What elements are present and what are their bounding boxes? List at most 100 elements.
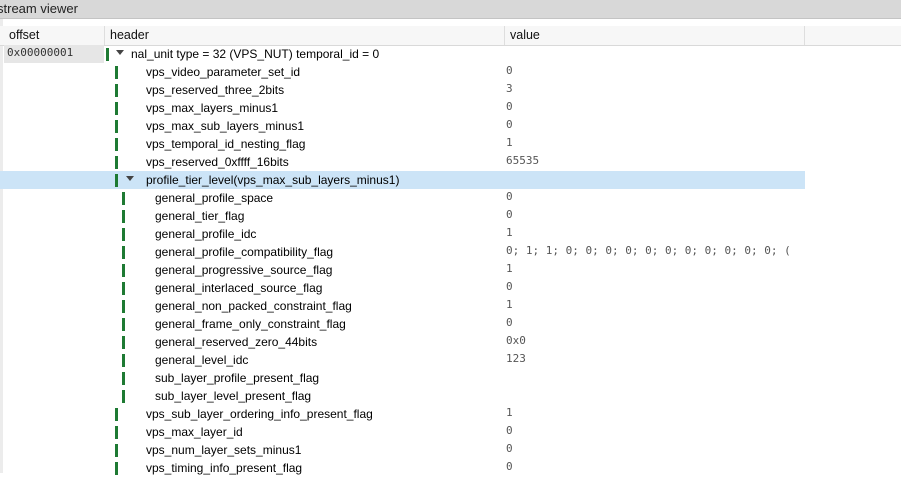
tree-row[interactable]: profile_tier_level(vps_max_sub_layers_mi… (0, 171, 901, 189)
field-name: vps_timing_info_present_flag (146, 461, 303, 475)
tree-row[interactable]: vps_sub_layer_ordering_info_present_flag… (0, 405, 901, 423)
field-value: 0 (506, 100, 513, 113)
tree-row[interactable]: general_level_idc 123 (0, 351, 901, 369)
tree-level-bar (122, 282, 125, 295)
field-name: general_profile_space (155, 191, 274, 205)
tree-row[interactable]: vps_max_layers_minus1 0 (0, 99, 901, 117)
tree-level-bar (115, 156, 118, 169)
expand-arrow-icon[interactable] (116, 50, 124, 55)
field-name: nal_unit type = 32 (VPS_NUT) temporal_id… (131, 47, 380, 61)
window-titlebar: stream viewer (0, 0, 901, 19)
field-name: vps_num_layer_sets_minus1 (146, 443, 302, 457)
field-value: 0 (506, 424, 513, 437)
tree-row[interactable]: sub_layer_level_present_flag (0, 387, 901, 405)
tree-level-bar (115, 444, 118, 457)
tree-level-bar (122, 246, 125, 259)
tree-level-bar (115, 408, 118, 421)
offset-cell: 0x00000001 (4, 45, 104, 63)
selection-highlight (0, 171, 805, 189)
tree-row[interactable]: 0x00000001 nal_unit type = 32 (VPS_NUT) t… (0, 45, 901, 63)
field-value: 0 (506, 64, 513, 77)
tree-level-bar (115, 174, 118, 187)
tree-level-bar (122, 210, 125, 223)
field-value: 0x0 (506, 334, 526, 347)
tree-level-bar (106, 48, 109, 61)
tree-row[interactable]: general_tier_flag 0 (0, 207, 901, 225)
field-name: vps_max_layer_id (146, 425, 243, 439)
field-name: vps_max_layers_minus1 (146, 101, 279, 115)
tree-row[interactable]: vps_temporal_id_nesting_flag 1 (0, 135, 901, 153)
tree-row[interactable]: vps_num_layer_sets_minus1 0 (0, 441, 901, 459)
tree-level-bar (122, 318, 125, 331)
field-name: general_reserved_zero_44bits (155, 335, 318, 349)
tree-row[interactable]: general_interlaced_source_flag 0 (0, 279, 901, 297)
tree-level-bar (122, 300, 125, 313)
field-name: vps_reserved_0xffff_16bits (146, 155, 289, 169)
column-header-row: offset header value (0, 26, 901, 46)
tree-level-bar (115, 84, 118, 97)
tree-row[interactable]: general_non_packed_constraint_flag 1 (0, 297, 901, 315)
tree-row[interactable]: vps_timing_info_present_flag 0 (0, 459, 901, 477)
field-value: 1 (506, 406, 513, 419)
tree-level-bar (122, 372, 125, 385)
tree-row[interactable]: vps_video_parameter_set_id 0 (0, 63, 901, 81)
field-name: vps_sub_layer_ordering_info_present_flag (146, 407, 373, 421)
tree-level-bar (115, 120, 118, 133)
field-value: 1 (506, 298, 513, 311)
tree-row[interactable]: general_profile_space 0 (0, 189, 901, 207)
tree-row[interactable]: vps_max_sub_layers_minus1 0 (0, 117, 901, 135)
tree-row[interactable]: sub_layer_profile_present_flag (0, 369, 901, 387)
tree-row[interactable]: vps_max_layer_id 0 (0, 423, 901, 441)
field-value: 65535 (506, 154, 540, 167)
tree-level-bar (122, 354, 125, 367)
column-header-value[interactable]: value (505, 26, 805, 45)
field-value: 0 (506, 208, 513, 221)
field-value: 0 (506, 280, 513, 293)
field-name: vps_video_parameter_set_id (146, 65, 301, 79)
tree-level-bar (122, 336, 125, 349)
field-name: general_progressive_source_flag (155, 263, 333, 277)
tree-level-bar (122, 192, 125, 205)
field-name: general_tier_flag (155, 209, 245, 223)
field-name: general_non_packed_constraint_flag (155, 299, 352, 313)
tree-level-bar (122, 228, 125, 241)
tree-row[interactable]: vps_reserved_three_2bits 3 (0, 81, 901, 99)
field-value: 0 (506, 190, 513, 203)
field-name: general_profile_idc (155, 227, 257, 241)
field-name: sub_layer_level_present_flag (155, 389, 312, 403)
tree-level-bar (115, 426, 118, 439)
tree-row[interactable]: general_reserved_zero_44bits 0x0 (0, 333, 901, 351)
field-value: 123 (506, 352, 526, 365)
field-name: vps_reserved_three_2bits (146, 83, 285, 97)
field-name: general_level_idc (155, 353, 249, 367)
tree-level-bar (115, 138, 118, 151)
column-header-offset[interactable]: offset (4, 26, 105, 45)
field-name: profile_tier_level(vps_max_sub_layers_mi… (146, 173, 400, 187)
tree-row[interactable]: general_profile_compatibility_flag 0; 1; … (0, 243, 901, 261)
tree-row[interactable]: general_frame_only_constraint_flag 0 (0, 315, 901, 333)
tree-level-bar (115, 102, 118, 115)
field-value: 1 (506, 226, 513, 239)
tree-row[interactable]: general_progressive_source_flag 1 (0, 261, 901, 279)
tree-level-bar (122, 390, 125, 403)
window-title: stream viewer (0, 1, 78, 16)
tree-row[interactable]: general_profile_idc 1 (0, 225, 901, 243)
field-name: general_profile_compatibility_flag (155, 245, 334, 259)
tree-level-bar (122, 264, 125, 277)
field-value: 0 (506, 316, 513, 329)
field-name: vps_max_sub_layers_minus1 (146, 119, 305, 133)
tree-level-bar (115, 462, 118, 475)
tree-level-bar (115, 66, 118, 79)
field-value: 0; 1; 1; 0; 0; 0; 0; 0; 0; 0; 0; 0; 0; 0… (506, 244, 791, 257)
field-name: general_interlaced_source_flag (155, 281, 323, 295)
expand-arrow-icon[interactable] (126, 176, 134, 181)
field-name: general_frame_only_constraint_flag (155, 317, 346, 331)
field-name: vps_temporal_id_nesting_flag (146, 137, 306, 151)
field-value: 0 (506, 442, 513, 455)
field-value: 0 (506, 118, 513, 131)
tree-row[interactable]: vps_reserved_0xffff_16bits 65535 (0, 153, 901, 171)
field-value: 1 (506, 136, 513, 149)
field-name: sub_layer_profile_present_flag (155, 371, 320, 385)
column-header-header[interactable]: header (105, 26, 505, 45)
field-value: 3 (506, 82, 513, 95)
